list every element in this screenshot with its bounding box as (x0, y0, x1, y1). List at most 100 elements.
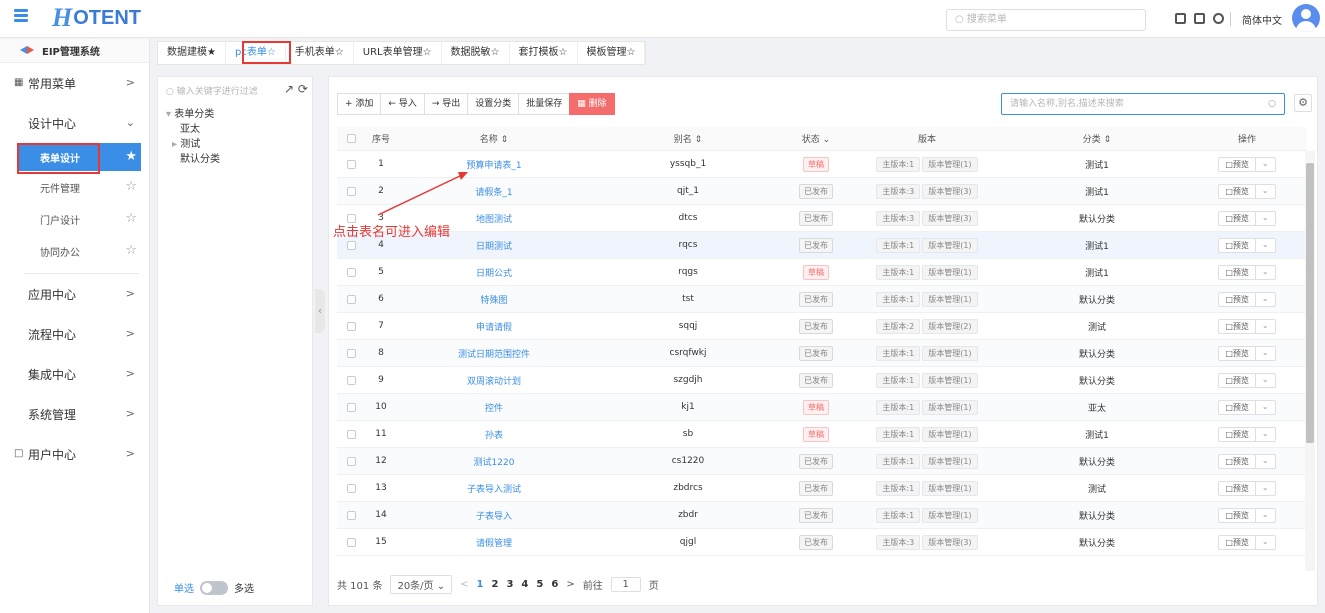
main-version-button[interactable]: 主版本:1 (876, 372, 921, 388)
page-5[interactable]: 5 (536, 579, 543, 590)
main-version-button[interactable]: 主版本:1 (876, 237, 921, 253)
version-manage-button[interactable]: 版本管理(1) (922, 264, 978, 280)
star-icon[interactable]: ☆ (125, 243, 137, 258)
select-all-checkbox[interactable] (337, 134, 365, 143)
version-manage-button[interactable]: 版本管理(3) (922, 210, 978, 226)
chevron-down-icon[interactable]: ⌄ (1256, 266, 1275, 279)
page-4[interactable]: 4 (521, 579, 528, 590)
table-row[interactable]: 15 请假管理 qjgl 已发布 主版本:3 版本管理(3) 默认分类 □预览 ⌄ (337, 529, 1307, 556)
tab-print-template[interactable]: 套打模板☆ (510, 42, 578, 64)
sidebar-item-component[interactable]: 元件管理 ☆ (0, 171, 149, 203)
row-checkbox[interactable] (337, 375, 365, 385)
tab-desensitize[interactable]: 数据脱敏☆ (442, 42, 510, 64)
star-icon[interactable]: ☆ (125, 211, 137, 226)
form-name-link[interactable]: 预算申请表_1 (397, 158, 591, 171)
row-checkbox[interactable] (337, 186, 365, 196)
table-row[interactable]: 3 地图测试 dtcs 已发布 主版本:3 版本管理(3) 默认分类 □预览 ⌄ (337, 205, 1307, 232)
tab-url-form[interactable]: URL表单管理☆ (354, 42, 442, 64)
form-name-link[interactable]: 特殊图 (397, 293, 591, 306)
chevron-down-icon[interactable]: ⌄ (1256, 293, 1275, 306)
version-manage-button[interactable]: 版本管理(3) (922, 534, 978, 550)
sidebar-item-system[interactable]: 系统管理 > (0, 394, 149, 434)
page-jump-input[interactable]: 1 (610, 577, 641, 592)
form-name-link[interactable]: 测试日期范围控件 (397, 347, 591, 360)
preview-button[interactable]: □预览 ⌄ (1218, 291, 1276, 307)
preview-button[interactable]: □预览 ⌄ (1218, 345, 1276, 361)
page-6[interactable]: 6 (551, 579, 558, 590)
refresh-icon[interactable] (1213, 13, 1224, 24)
main-version-button[interactable]: 主版本:1 (876, 291, 921, 307)
row-checkbox[interactable] (337, 159, 365, 169)
scrollbar-thumb[interactable] (1306, 163, 1314, 443)
preview-button[interactable]: □预览 ⌄ (1218, 372, 1276, 388)
table-row[interactable]: 5 日期公式 rqgs 草稿 主版本:1 版本管理(1) 测试1 □预览 ⌄ (337, 259, 1307, 286)
sidebar-item-frequent[interactable]: ▦ 常用菜单 > (0, 63, 149, 103)
table-row[interactable]: 2 请假条_1 qjt_1 已发布 主版本:3 版本管理(3) 测试1 □预览 ⌄ (337, 178, 1307, 205)
chevron-down-icon[interactable]: ⌄ (1256, 239, 1275, 252)
row-checkbox[interactable] (337, 456, 365, 466)
form-name-link[interactable]: 请假条_1 (397, 185, 591, 198)
menu-toggle-icon[interactable] (14, 9, 28, 23)
row-checkbox[interactable] (337, 429, 365, 439)
menu-search-input[interactable]: ○ 搜索菜单 (946, 9, 1146, 31)
tab-template-manage[interactable]: 模板管理☆ (578, 42, 646, 64)
tab-mobile-form[interactable]: 手机表单☆ (286, 42, 354, 64)
tree-node-default[interactable]: 默认分类 (180, 150, 220, 165)
page-size-select[interactable]: 20条/页 ⌄ (390, 575, 453, 594)
chevron-down-icon[interactable]: ⌄ (1256, 455, 1275, 468)
tree-root[interactable]: ▾ 表单分类 (166, 105, 214, 120)
main-version-button[interactable]: 主版本:1 (876, 507, 921, 523)
expand-icon[interactable]: ↗ (284, 82, 294, 96)
star-filled-icon[interactable]: ★ (125, 149, 137, 164)
table-row[interactable]: 4 日期测试 rqcs 已发布 主版本:1 版本管理(1) 测试1 □预览 ⌄ (337, 232, 1307, 259)
sidebar-item-design-center[interactable]: 设计中心 ⌄ (0, 103, 149, 143)
col-status[interactable]: 状态 ⌄ (785, 132, 847, 145)
table-row[interactable]: 6 特殊图 tst 已发布 主版本:1 版本管理(1) 默认分类 □预览 ⌄ (337, 286, 1307, 313)
export-button[interactable]: → 导出 (423, 93, 469, 115)
search-icon[interactable]: ○ (1268, 94, 1276, 114)
main-version-button[interactable]: 主版本:1 (876, 264, 921, 280)
select-mode-toggle[interactable]: 单选 多选 (174, 580, 254, 595)
sidebar-item-user-center[interactable]: □ 用户中心 > (0, 434, 149, 474)
version-manage-button[interactable]: 版本管理(3) (922, 183, 978, 199)
preview-button[interactable]: □预览 ⌄ (1218, 183, 1276, 199)
col-category[interactable]: 分类 ⇕ (1007, 132, 1187, 145)
sidebar-item-app-center[interactable]: 应用中心 > (0, 274, 149, 314)
table-row[interactable]: 7 申请请假 sqqj 已发布 主版本:2 版本管理(2) 测试 □预览 ⌄ (337, 313, 1307, 340)
next-page-icon[interactable]: > (566, 579, 574, 590)
chevron-down-icon[interactable]: ⌄ (1256, 158, 1275, 171)
fullscreen-icon[interactable] (1194, 13, 1205, 24)
table-row[interactable]: 14 子表导入 zbdr 已发布 主版本:1 版本管理(1) 默认分类 □预览 ⌄ (337, 502, 1307, 529)
table-row[interactable]: 10 控件 kj1 草稿 主版本:1 版本管理(1) 亚太 □预览 ⌄ (337, 394, 1307, 421)
chevron-down-icon[interactable]: ⌄ (1256, 347, 1275, 360)
form-name-link[interactable]: 控件 (397, 401, 591, 414)
row-checkbox[interactable] (337, 321, 365, 331)
tree-node-asia[interactable]: 亚太 (180, 120, 200, 135)
batch-save-button[interactable]: 批量保存 (518, 93, 571, 115)
form-name-link[interactable]: 孙表 (397, 428, 591, 441)
chevron-down-icon[interactable]: ⌄ (1256, 212, 1275, 225)
tree-node-test[interactable]: ▸ 测试 (172, 135, 200, 150)
table-row[interactable]: 1 预算申请表_1 yssqb_1 草稿 主版本:1 版本管理(1) 测试1 □预览 ⌄ (337, 151, 1307, 178)
import-button[interactable]: ← 导入 (380, 93, 425, 115)
main-version-button[interactable]: 主版本:1 (876, 480, 921, 496)
scrollbar[interactable] (1305, 151, 1315, 571)
form-name-link[interactable]: 日期公式 (397, 266, 591, 279)
table-row[interactable]: 13 子表导入测试 zbdrcs 已发布 主版本:1 版本管理(1) 测试 □预览 ⌄ (337, 475, 1307, 502)
star-icon[interactable]: ☆ (125, 179, 137, 194)
preview-button[interactable]: □预览 ⌄ (1218, 156, 1276, 172)
version-manage-button[interactable]: 版本管理(1) (922, 453, 978, 469)
main-version-button[interactable]: 主版本:3 (876, 534, 921, 550)
set-category-button[interactable]: 设置分类 (467, 93, 520, 115)
page-3[interactable]: 3 (506, 579, 513, 590)
row-checkbox[interactable] (337, 483, 365, 493)
main-version-button[interactable]: 主版本:1 (876, 156, 921, 172)
sidebar-item-office[interactable]: 协同办公 ☆ (0, 235, 149, 267)
form-name-link[interactable]: 测试1220 (397, 455, 591, 468)
form-name-link[interactable]: 子表导入测试 (397, 482, 591, 495)
delete-button[interactable]: ▦ 删除 (569, 93, 615, 115)
preview-button[interactable]: □预览 ⌄ (1218, 399, 1276, 415)
preview-button[interactable]: □预览 ⌄ (1218, 480, 1276, 496)
form-name-link[interactable]: 请假管理 (397, 536, 591, 549)
preview-button[interactable]: □预览 ⌄ (1218, 264, 1276, 280)
